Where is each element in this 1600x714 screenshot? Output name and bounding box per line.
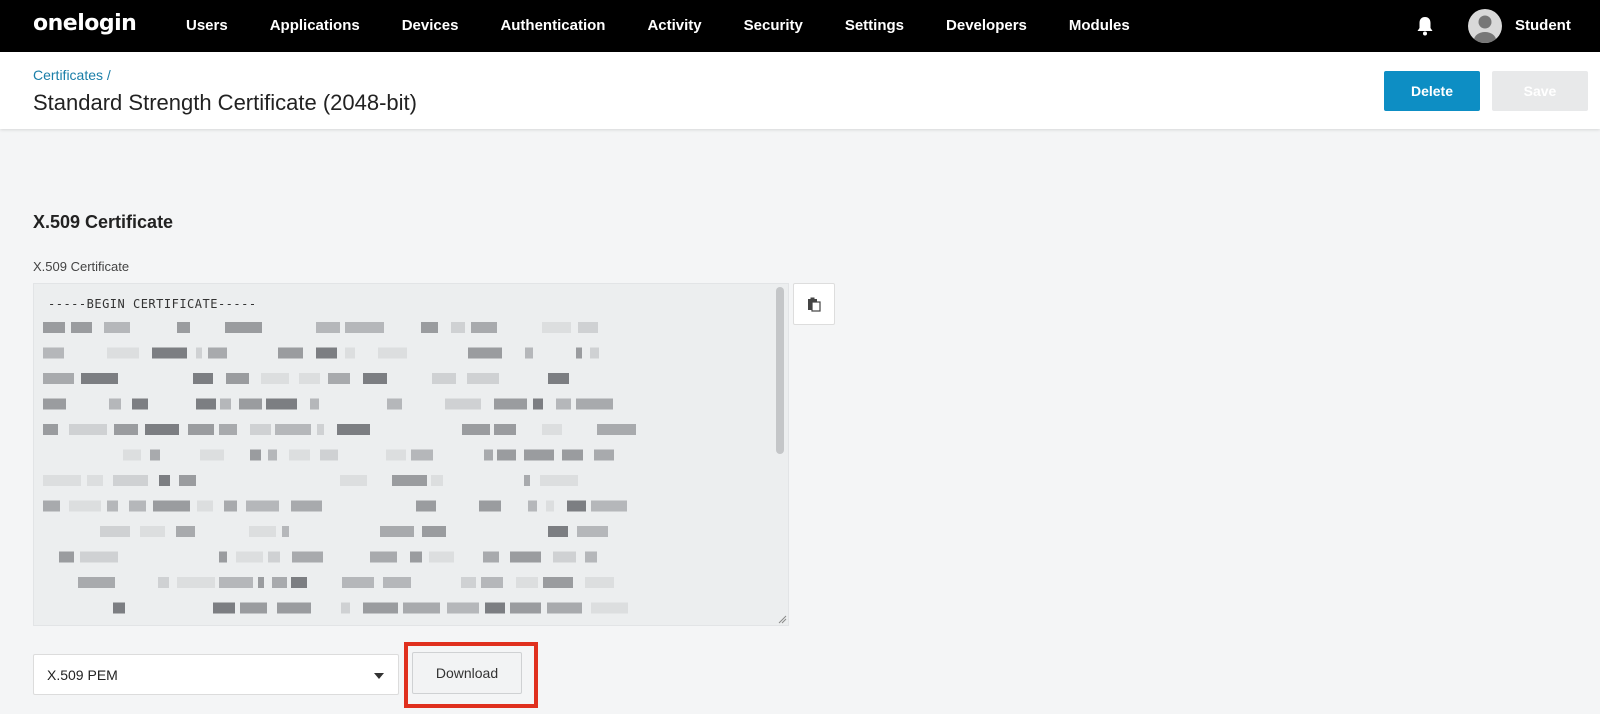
resize-handle-icon[interactable] [777, 614, 787, 624]
user-avatar-icon [1474, 15, 1496, 43]
nav-authentication[interactable]: Authentication [479, 0, 626, 52]
format-select[interactable]: X.509 PEM [33, 654, 399, 695]
certificate-field-label: X.509 Certificate [33, 259, 130, 274]
top-nav-bar: onelogin Users Applications Devices Auth… [0, 0, 1600, 52]
certificate-textarea[interactable]: -----BEGIN CERTIFICATE----- [33, 283, 789, 626]
user-name[interactable]: Student [1515, 0, 1571, 52]
format-select-value: X.509 PEM [47, 667, 118, 683]
download-button[interactable]: Download [412, 652, 522, 694]
nav-modules[interactable]: Modules [1048, 0, 1151, 52]
nav-devices[interactable]: Devices [381, 0, 480, 52]
nav-activity[interactable]: Activity [626, 0, 722, 52]
clipboard-icon [808, 297, 821, 312]
onelogin-logo[interactable]: onelogin [33, 11, 137, 36]
nav-applications[interactable]: Applications [249, 0, 381, 52]
page-header: Certificates / Standard Strength Certifi… [0, 52, 1600, 129]
breadcrumb[interactable]: Certificates / [33, 67, 111, 83]
delete-button[interactable]: Delete [1384, 71, 1480, 111]
nav-security[interactable]: Security [723, 0, 824, 52]
caret-down-icon [374, 673, 384, 679]
certificate-begin-line: -----BEGIN CERTIFICATE----- [48, 297, 257, 311]
textarea-scrollbar[interactable] [776, 287, 784, 454]
nav-users[interactable]: Users [165, 0, 249, 52]
main-nav: Users Applications Devices Authenticatio… [165, 0, 1151, 52]
bell-icon[interactable] [1415, 15, 1435, 37]
avatar[interactable] [1468, 9, 1502, 43]
nav-developers[interactable]: Developers [925, 0, 1048, 52]
nav-settings[interactable]: Settings [824, 0, 925, 52]
pixelated-certificate-body [43, 322, 636, 614]
page-title: Standard Strength Certificate (2048-bit) [33, 90, 417, 115]
section-title: X.509 Certificate [33, 212, 174, 232]
copy-button[interactable] [793, 283, 835, 325]
save-button[interactable]: Save [1492, 71, 1588, 111]
